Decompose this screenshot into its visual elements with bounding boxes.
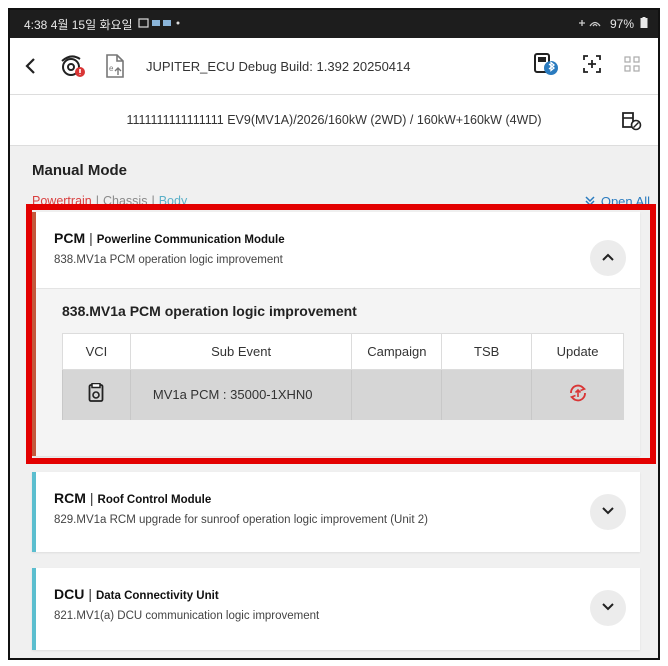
name-separator: | [89,490,94,506]
tsb-cell [441,369,532,420]
column-header-update: Update [531,333,624,370]
chevron-down-icon [601,599,615,617]
table-row[interactable]: MV1a PCM : 35000-1XHN0 [62,369,624,420]
name-separator: | [88,586,92,602]
back-button[interactable] [24,53,58,79]
card-header: DCU | Data Connectivity Unit 821.MV1(a) DC… [54,586,319,622]
separator: | [95,194,99,208]
event-title: 838.MV1a PCM operation logic improvement [62,303,357,319]
open-all-label: Open All [600,194,650,209]
update-refresh-icon[interactable] [567,385,589,407]
vci-cell [62,369,131,420]
name-separator: | [89,230,93,246]
module-full-name: Powerline Communication Module [96,234,285,246]
main-content: Manual Mode Powertrain | Chassis | Body Open… [10,146,658,658]
top-toolbar: e JUPITER_ECU Debug Build: 1.392 2025041… [10,38,658,94]
vehicle-status-icon[interactable] [620,109,642,134]
status-time-date: 4:38 4월 15일 화요일 [24,17,133,32]
module-description: 829.MV1a RCM upgrade for sunroof operati… [54,514,428,526]
column-header-sub-event: Sub Event [129,333,353,370]
double-chevron-down-icon [585,194,595,209]
campaign-cell [351,369,442,420]
expand-button[interactable] [590,590,626,626]
column-header-campaign: Campaign [351,333,443,370]
module-description: 838.MV1a PCM operation logic improvement [54,254,283,266]
app-title: JUPITER_ECU Debug Build: 1.392 20250414 [146,58,411,74]
card-header: RCM | Roof Control Module 829.MV1a RCM upg… [54,490,428,526]
module-full-name: Roof Control Module [97,494,212,506]
battery-icon [640,17,648,31]
add-window-icon[interactable] [582,54,602,79]
module-code: PCM [54,230,86,246]
module-card-rcm[interactable]: RCM | Roof Control Module 829.MV1a RCM upg… [32,472,640,552]
column-header-vci: VCI [62,333,131,370]
module-name: RCM | Roof Control Module [54,490,428,506]
event-detail-panel: 838.MV1a PCM operation logic improvement… [36,288,640,456]
vci-device-icon [88,383,104,406]
grid-icon[interactable] [624,55,640,77]
table-header-row: VCI Sub Event Campaign TSB Update [62,333,624,370]
module-code: RCM [54,490,86,506]
app-window: 4:38 4월 15일 화요일 97% e JUPITER_ECU Debug … [8,8,660,660]
vehicle-info-bar: 1111111111111111 EV9(MV1A)/2026/160kW (2… [10,94,658,146]
notification-icons [137,17,182,31]
open-all-button[interactable]: Open All [585,194,650,209]
settings-badge-icon[interactable] [58,51,88,81]
expand-button[interactable] [590,494,626,530]
file-upload-icon[interactable]: e [100,51,130,81]
chevron-down-icon [601,503,615,521]
module-name: DCU | Data Connectivity Unit [54,586,319,602]
category-filter: Powertrain | Chassis | Body [32,194,187,208]
module-name: PCM | Powerline Communication Module [54,230,285,246]
module-description: 821.MV1(a) DCU communication logic impro… [54,610,320,622]
chevron-up-icon [601,249,615,267]
signal-icon [578,17,604,31]
column-header-tsb: TSB [441,333,533,370]
update-cell[interactable] [531,369,624,420]
category-body[interactable]: Body [159,194,188,208]
sub-event-cell: MV1a PCM : 35000-1XHN0 [129,369,352,420]
category-chassis[interactable]: Chassis [103,194,147,208]
module-full-name: Data Connectivity Unit [95,590,219,602]
category-powertrain[interactable]: Powertrain [32,194,92,208]
module-card-dcu[interactable]: DCU | Data Connectivity Unit 821.MV1(a) DC… [32,568,640,650]
page-title: Manual Mode [32,162,128,179]
separator: | [151,194,155,208]
collapse-button[interactable] [590,240,626,276]
battery-level: 97% [609,17,634,31]
vehicle-info: 1111111111111111 EV9(MV1A)/2026/160kW (2… [126,113,542,127]
event-table: VCI Sub Event Campaign TSB Update MV1a P… [62,333,624,420]
card-header: PCM | Powerline Communication Module 838.M… [54,230,285,266]
module-card-pcm[interactable]: PCM | Powerline Communication Module 838.M… [32,212,640,456]
svg-text:e: e [109,64,114,73]
module-code: DCU [54,586,85,602]
bluetooth-vci-icon[interactable] [532,51,560,82]
status-bar: 4:38 4월 15일 화요일 97% [10,10,658,38]
